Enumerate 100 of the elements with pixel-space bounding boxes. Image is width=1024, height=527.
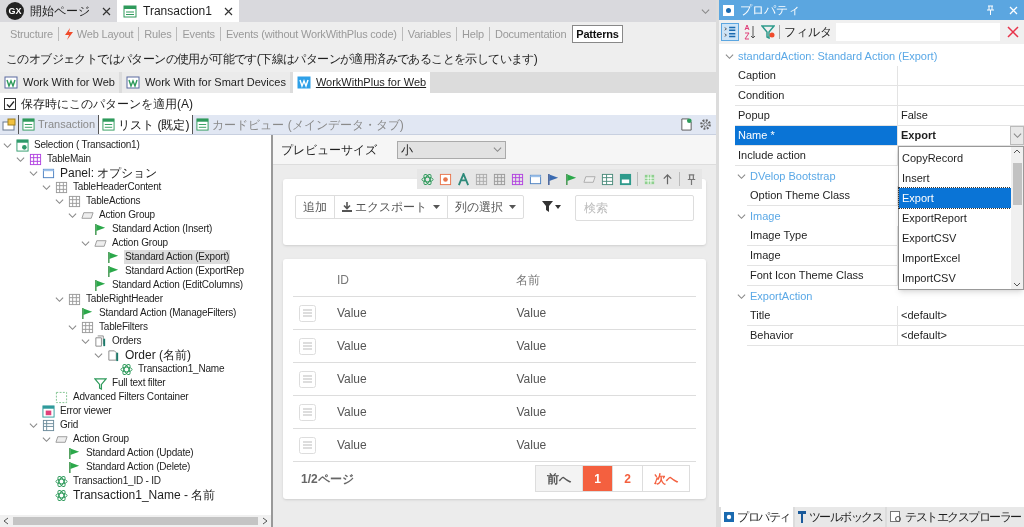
search-field[interactable]: 検索 bbox=[575, 195, 694, 221]
dropdown-option[interactable]: ExportCSV bbox=[899, 228, 1011, 248]
grid-icon[interactable] bbox=[511, 172, 524, 186]
dropdown-option[interactable]: Insert bbox=[899, 168, 1011, 188]
chevron-down-icon[interactable] bbox=[3, 140, 12, 150]
tree-item[interactable]: Grid bbox=[59, 418, 80, 432]
caret-icon[interactable] bbox=[555, 204, 561, 209]
chevron-down-icon[interactable] bbox=[701, 6, 710, 16]
dropdown-option[interactable]: ImportExcel bbox=[899, 248, 1011, 268]
property-value[interactable]: Export bbox=[898, 127, 936, 144]
list-icon[interactable] bbox=[601, 172, 614, 186]
chevron-down-icon[interactable] bbox=[68, 322, 77, 332]
chevron-down-icon[interactable] bbox=[737, 291, 746, 301]
flag-icon[interactable] bbox=[547, 172, 560, 186]
chevron-down-icon[interactable] bbox=[29, 168, 38, 178]
panel-icon[interactable] bbox=[529, 172, 542, 186]
panel-tab[interactable]: ツールボックス bbox=[794, 507, 885, 527]
dropdown-option[interactable]: ExportReport bbox=[899, 208, 1011, 228]
tree-item[interactable]: Orders bbox=[111, 334, 143, 348]
settings-icon[interactable] bbox=[699, 118, 712, 131]
chevron-down-icon[interactable] bbox=[42, 182, 51, 192]
chevron-down-icon[interactable] bbox=[29, 420, 38, 430]
action-button[interactable]: 追加 bbox=[296, 196, 334, 218]
property-name[interactable]: Condition bbox=[735, 86, 898, 105]
tree-item[interactable]: Transaction1_Name - 名前 bbox=[72, 488, 217, 502]
panel-tab[interactable]: テストエクスプローラー bbox=[887, 507, 1024, 527]
scrollbar[interactable] bbox=[1011, 147, 1023, 289]
property-name[interactable]: Include action bbox=[735, 146, 898, 165]
document-tab[interactable]: Transaction1 bbox=[117, 0, 239, 22]
scrollbar[interactable] bbox=[0, 515, 271, 527]
variable-icon[interactable] bbox=[439, 172, 452, 186]
pin-icon[interactable] bbox=[685, 172, 698, 186]
chevron-down-icon[interactable] bbox=[16, 154, 25, 164]
property-name[interactable]: Title bbox=[747, 306, 898, 325]
scroll-thumb[interactable] bbox=[1012, 163, 1022, 205]
text-style-icon[interactable] bbox=[457, 172, 470, 186]
close-icon[interactable] bbox=[223, 6, 233, 16]
dropdown-option[interactable]: Export bbox=[899, 188, 1011, 208]
property-value[interactable]: <default> bbox=[898, 327, 947, 344]
chevron-down-icon[interactable] bbox=[493, 145, 502, 154]
chevron-down-icon[interactable] bbox=[737, 211, 746, 221]
properties-icon[interactable] bbox=[2, 118, 16, 131]
tree-item[interactable]: Advanced Filters Container bbox=[72, 390, 190, 404]
categorized-icon[interactable] bbox=[721, 23, 739, 41]
chevron-down-icon[interactable] bbox=[81, 238, 90, 248]
scroll-left-icon[interactable] bbox=[3, 517, 9, 525]
chevron-down-icon[interactable] bbox=[1012, 131, 1022, 140]
property-value[interactable]: <default> bbox=[898, 307, 947, 324]
tree-item[interactable]: Transaction1_Name bbox=[137, 362, 226, 376]
tree-item[interactable]: Error viewer bbox=[59, 404, 113, 418]
instance-tab[interactable]: リスト (既定) bbox=[98, 115, 193, 134]
tree-item[interactable]: Standard Action (Export) bbox=[124, 250, 231, 264]
chevron-down-icon[interactable] bbox=[94, 350, 103, 360]
action-button[interactable]: 列の選択 bbox=[447, 196, 523, 218]
checkbox[interactable] bbox=[4, 98, 16, 110]
tree-item[interactable]: Standard Action (Insert) bbox=[111, 222, 214, 236]
property-name[interactable]: Name * bbox=[735, 126, 898, 145]
tree-item[interactable]: Transaction1_ID - ID bbox=[72, 474, 162, 488]
dropdown-option[interactable]: CopyRecord bbox=[899, 148, 1011, 168]
chevron-down-icon[interactable] bbox=[725, 51, 734, 61]
flag-icon[interactable] bbox=[565, 172, 578, 186]
scroll-right-icon[interactable] bbox=[262, 517, 268, 525]
tree-item[interactable]: TableActions bbox=[85, 194, 142, 208]
property-name[interactable]: Image Type bbox=[747, 226, 898, 245]
property-name[interactable]: Image bbox=[747, 246, 898, 265]
tree-item[interactable]: Standard Action (EditColumns) bbox=[111, 278, 244, 292]
property-value[interactable]: False bbox=[898, 107, 928, 124]
property-name[interactable]: Popup bbox=[735, 106, 898, 125]
property-name[interactable]: Behavior bbox=[747, 326, 898, 345]
tree-item[interactable]: Panel: オプション bbox=[59, 166, 159, 180]
chevron-down-icon[interactable] bbox=[55, 294, 64, 304]
size-select[interactable]: 小 bbox=[397, 140, 506, 159]
chevron-down-icon[interactable] bbox=[737, 171, 746, 181]
tree-item[interactable]: Order (名前) bbox=[124, 348, 192, 362]
chevron-down-icon[interactable] bbox=[81, 336, 90, 346]
pattern-tab[interactable]: WorkWithPlus for Web bbox=[292, 72, 431, 93]
tree-item[interactable]: Action Group bbox=[111, 236, 169, 250]
tree-item[interactable]: Standard Action (ManageFilters) bbox=[98, 306, 238, 320]
tree-item[interactable]: TableHeaderContent bbox=[72, 180, 163, 194]
atom-icon[interactable] bbox=[421, 172, 434, 186]
card-icon[interactable] bbox=[619, 172, 632, 186]
tree-item[interactable]: Standard Action (ExportRep bbox=[124, 264, 245, 278]
tree-item[interactable]: Standard Action (Delete) bbox=[85, 460, 192, 474]
table-icon[interactable] bbox=[493, 172, 506, 186]
editor-tab[interactable]: Patterns bbox=[572, 25, 623, 43]
dropdown-option[interactable]: ImportCSV bbox=[899, 268, 1011, 288]
tree-item[interactable]: TableRightHeader bbox=[85, 292, 164, 306]
pager-button[interactable]: 前へ bbox=[536, 466, 582, 491]
tree-item[interactable]: Action Group bbox=[98, 208, 156, 222]
property-name[interactable]: Caption bbox=[735, 66, 898, 85]
property-name[interactable]: Font Icon Theme Class bbox=[747, 266, 898, 285]
close-icon[interactable] bbox=[102, 6, 111, 16]
action-button[interactable]: エクスポート bbox=[334, 196, 447, 218]
chevron-down-icon[interactable] bbox=[68, 210, 77, 220]
property-name[interactable]: Option Theme Class bbox=[747, 186, 898, 205]
panel-tab[interactable]: プロパティ bbox=[721, 507, 793, 527]
tree-item[interactable]: Action Group bbox=[72, 432, 130, 446]
chevron-down-icon[interactable] bbox=[55, 196, 64, 206]
pattern-tab[interactable]: Work With for Smart Devices bbox=[121, 72, 290, 93]
pin-icon[interactable] bbox=[986, 5, 995, 15]
